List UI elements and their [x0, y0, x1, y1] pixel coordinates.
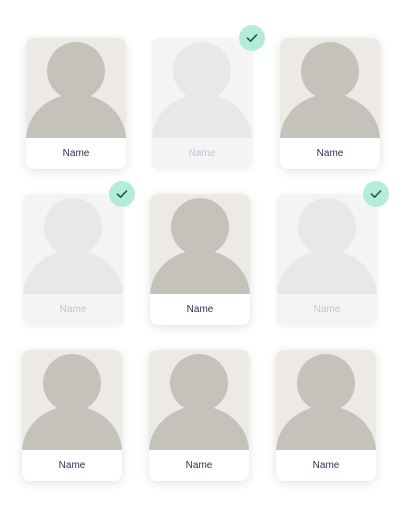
card-name-label: Name [152, 138, 252, 169]
avatar-placeholder-icon [26, 38, 126, 138]
selected-check-icon [109, 181, 135, 207]
profile-card-5[interactable]: Name [150, 194, 250, 325]
avatar-placeholder-icon [150, 194, 250, 294]
profile-card-1[interactable]: Name [26, 38, 126, 169]
selected-check-icon [363, 181, 389, 207]
profile-card-9[interactable]: Name [276, 350, 376, 481]
card-name-label: Name [150, 294, 250, 325]
profile-card-3[interactable]: Name [280, 38, 380, 169]
avatar-placeholder-icon [277, 194, 377, 294]
profile-card-4[interactable]: Name [23, 194, 123, 325]
card-name-label: Name [23, 294, 123, 325]
avatar-placeholder-icon [149, 350, 249, 450]
card-name-label: Name [26, 138, 126, 169]
avatar-placeholder-icon [280, 38, 380, 138]
profile-card-2[interactable]: Name [152, 38, 252, 169]
card-name-label: Name [149, 450, 249, 481]
card-name-label: Name [277, 294, 377, 325]
card-name-label: Name [22, 450, 122, 481]
profile-card-6[interactable]: Name [277, 194, 377, 325]
profile-card-7[interactable]: Name [22, 350, 122, 481]
avatar-placeholder-icon [276, 350, 376, 450]
card-name-label: Name [280, 138, 380, 169]
profile-card-8[interactable]: Name [149, 350, 249, 481]
avatar-placeholder-icon [152, 38, 252, 138]
selected-check-icon [239, 25, 265, 51]
avatar-placeholder-icon [22, 350, 122, 450]
avatar-placeholder-icon [23, 194, 123, 294]
card-name-label: Name [276, 450, 376, 481]
